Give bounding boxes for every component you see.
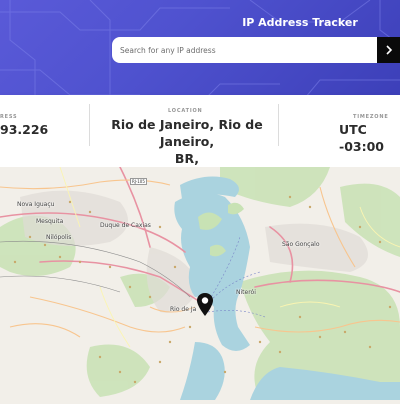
location-line-2: BR, [174,151,200,166]
map-label-rio-de-janeiro: Rio de Ja [170,306,197,313]
divider [89,104,90,146]
map-label-nova-iguacu: Nova Iguaçu [17,201,55,208]
ip-address-label: RESS [0,114,18,120]
map[interactable]: RJ-105 Nova Iguaçu Mesquita Nilópolis Du… [0,166,400,400]
map-tiles [0,166,400,400]
road-badge: RJ-105 [130,178,147,185]
search-box [112,37,377,63]
search-submit-button[interactable] [377,37,400,63]
location-value: Rio de Janeiro, Rio de Janeiro, BR, [102,116,272,167]
page-title: IP Address Tracker [242,16,358,29]
search-input[interactable] [112,37,370,63]
map-label-nilopolis: Nilópolis [46,234,72,241]
map-label-mesquita: Mesquita [36,218,64,225]
chevron-right-icon [386,45,393,55]
map-pin-icon [197,293,213,316]
map-label-duque-de-caxias: Duque de Caxias [100,222,151,229]
location-label: LOCATION [168,108,203,114]
timezone-value: UTC -03:00 [339,122,384,154]
location-line-1: Rio de Janeiro, Rio de Janeiro, [111,117,263,149]
header: IP Address Tracker [0,0,400,104]
divider [278,104,279,146]
map-label-niteroi: Niterói [236,289,256,296]
map-label-sao-goncalo: São Gonçalo [282,241,320,248]
ip-address-value: 93.226 [0,122,49,137]
location-marker[interactable] [196,292,214,322]
timezone-label: TIMEZONE [353,114,389,120]
